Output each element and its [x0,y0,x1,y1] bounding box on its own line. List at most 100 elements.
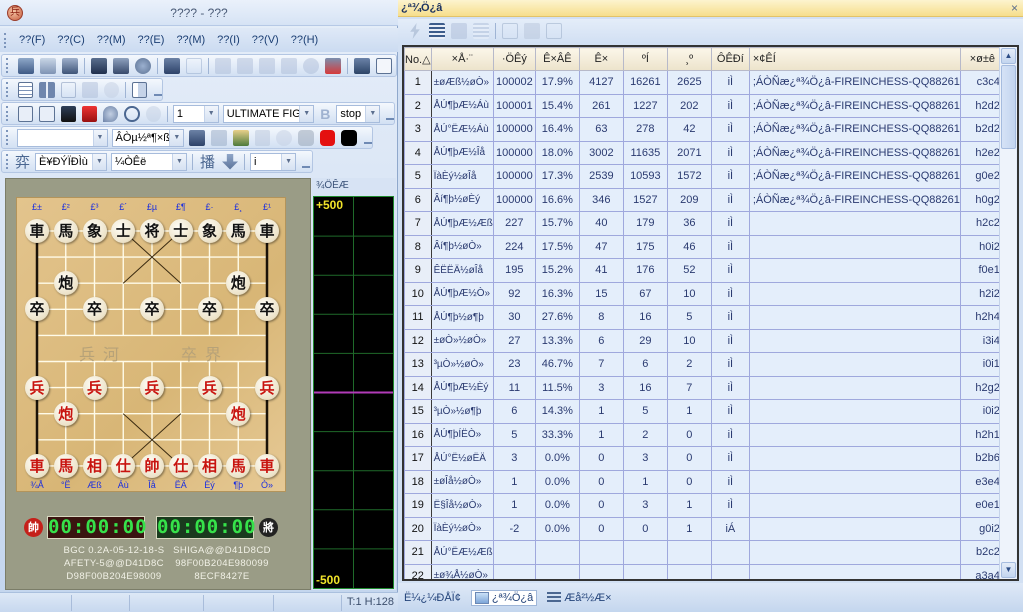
chevron-down-icon[interactable]: ▼ [172,153,187,170]
next-move-icon[interactable] [259,57,275,74]
xiangqi-board[interactable]: £± £² £³ £´ £µ £¶ £· £¸ £¹ ¾Å °Ë Æß Áù Îå ËÄ Èý ¶þ Ò» 兵河… [16,197,286,492]
board-select[interactable]: ¼ÒÊë ▼ [111,152,188,171]
lightning-icon[interactable] [410,23,420,39]
black-piece[interactable]: 象 [82,219,107,243]
toolbar-overflow-icon[interactable] [364,132,373,144]
red-piece[interactable]: 兵 [82,375,107,400]
download-icon[interactable] [222,153,239,170]
last-move-icon[interactable] [281,57,297,74]
rewind-icon[interactable] [82,81,98,98]
chevron-down-icon[interactable]: ▼ [299,105,314,122]
window-icon[interactable] [376,57,392,74]
red-piece[interactable]: 兵 [255,375,279,400]
tab-opening-book[interactable]: ¿ª¾Ö¿â [470,589,538,606]
column-header[interactable]: ÔÊÐí [710,47,750,71]
toolbar-overflow-icon[interactable] [386,108,394,120]
paste-icon[interactable] [186,57,202,74]
table-row[interactable]: 20 ÏàÈý½øÒ» -2 0.0% 0 0 1 iÁ g0i2 [404,516,1005,541]
red-stone-icon[interactable] [319,129,336,146]
chevron-down-icon[interactable]: ▼ [203,105,218,122]
open-folder-icon[interactable] [40,57,56,74]
grip-icon[interactable] [4,32,7,48]
menu-m2[interactable]: ??(M) [170,34,211,46]
table-row[interactable]: 2 ÅÚ¶þÆ½Áù 100001 15.4% 261 1227 202 iÌ ;ÁÒÑæ¿ª¾… [404,93,1005,118]
red-piece[interactable]: 兵 [140,375,164,400]
grip-icon[interactable] [6,154,9,169]
save-icon[interactable] [62,57,78,74]
table-row[interactable]: 4 ÅÚ¶þÆ½Îå 100000 18.0% 3002 11635 2071 iÌ ;ÁÒÑæ… [404,140,1005,165]
board-edit-icon[interactable] [91,57,107,74]
first-move-icon[interactable] [215,57,231,74]
column-header[interactable]: ºÍ [622,47,668,71]
black-piece[interactable]: 車 [25,219,49,243]
tab-thinking-info[interactable]: Ë¼¿¼ÐÅÏ¢ [404,592,461,604]
table-row[interactable]: 17 ÅÚ°Ë½øËÄ 3 0.0% 0 3 0 iÌ b2b6 [404,446,1005,471]
chevron-down-icon[interactable]: ▼ [281,153,296,170]
black-piece[interactable]: 士 [168,219,193,243]
broadcast-button[interactable]: 播 [200,151,215,172]
unload-engine-icon[interactable] [39,105,55,122]
red-piece[interactable]: 相 [197,453,222,478]
edit-entry-icon[interactable] [502,23,518,39]
table-row[interactable]: 22 ±ø¾Å½øÒ» a3a4 [404,563,1005,579]
red-piece[interactable]: 相 [82,453,107,478]
black-piece[interactable]: 象 [197,219,222,243]
window-settings-icon[interactable] [60,81,77,98]
chevron-down-icon[interactable]: ▼ [92,129,107,146]
black-piece[interactable]: 馬 [53,219,78,243]
menu-c[interactable]: ??(C) [51,34,91,46]
grip-icon[interactable] [6,106,9,121]
table-row[interactable]: 10 ÅÚ¶þÆ½Ò» 92 16.3% 15 67 10 iÌ h2i2 [404,281,1005,306]
analyze-icon[interactable] [124,105,140,122]
close-icon[interactable]: × [1011,1,1018,15]
table-row[interactable]: 13 ³µÒ»½øÒ» 23 46.7% 7 6 2 iÌ i0i1 [404,352,1005,377]
chat-icon[interactable] [276,129,292,146]
column-header[interactable]: Ê× [578,47,624,71]
grid-view-icon[interactable] [39,81,55,98]
toolbar-overflow-icon[interactable] [154,84,162,96]
mode-select[interactable]: stop ▼ [336,104,381,123]
grip-icon[interactable] [6,130,9,145]
table-row[interactable]: 15 ³µÒ»½ø¶þ 6 14.3% 1 5 1 iÌ i0i2 [404,399,1005,424]
chevron-down-icon[interactable]: ▼ [169,129,184,146]
table-row[interactable]: 7 ÅÚ¶þÆ½Æß 227 15.7% 40 179 36 iÌ h2c2 [404,211,1005,236]
table-row[interactable]: 5 ÏàÈý½øÎå 100000 17.3% 2539 10593 1572 iÌ ;ÁÒÑæ… [404,164,1005,189]
red-piece[interactable]: 兵 [197,375,222,400]
column-header[interactable]: ¸º [666,47,712,71]
table-icon[interactable] [17,81,34,98]
table-row[interactable]: 11 ÅÚ¶þ½ø¶þ 30 27.6% 8 16 5 iÌ h2h4 [404,305,1005,330]
scroll-up-icon[interactable]: ▲ [1001,48,1016,64]
menu-i[interactable]: ??(I) [211,34,246,46]
table-row[interactable]: 14 ÅÚ¶þÆ½Èý 11 11.5% 3 16 7 iÌ h2g2 [404,375,1005,400]
disconnect-icon[interactable] [211,129,227,146]
column-header[interactable]: Ê×ÂÊ [534,47,580,71]
gray-stone-icon[interactable] [298,129,314,146]
table-row[interactable]: 3 ÅÚ°ËÆ½Áù 100000 16.4% 63 278 42 iÌ ;ÁÒÑæ¿ª¾Ö¿â… [404,117,1005,142]
delete-entry-icon[interactable] [546,23,562,39]
depth-select[interactable]: 1 ▼ [172,104,219,123]
cloud-icon[interactable] [103,81,119,98]
print-icon[interactable] [113,57,129,74]
bold-button[interactable]: B [320,106,330,122]
red-piece[interactable]: 帥 [140,453,164,478]
computer-black-icon[interactable] [60,105,76,122]
column-header[interactable]: ×¢ÊÍ [748,47,961,71]
undo-icon[interactable] [303,57,319,74]
table-row[interactable]: 19 Ë§Îå½øÒ» 1 0.0% 0 3 1 iÌ e0e1 [404,493,1005,518]
table-row[interactable]: 21 ÅÚ°ËÆ½Æß b2c2 [404,540,1005,565]
menu-view[interactable]: ??(V) [246,34,285,46]
table-row[interactable]: 9 ÊËËÄ½øÎå 195 15.2% 41 176 52 iÌ f0e1 [404,258,1005,283]
red-piece[interactable]: 炮 [53,401,78,426]
users-icon[interactable] [254,129,271,146]
column-header[interactable]: No.△ [404,47,432,71]
connect-icon[interactable] [189,129,206,146]
table-row[interactable]: 6 Âí¶þ½øÈý 100000 16.6% 346 1527 209 iÌ ;ÁÒÑæ¿ª¾… [404,187,1005,212]
menu-m[interactable]: ??(M) [91,34,132,46]
chevron-down-icon[interactable]: ▼ [92,153,107,170]
table-row[interactable]: 16 ÅÚ¶þÍËÒ» 5 33.3% 1 2 0 iÌ h2h1 [404,422,1005,447]
table-row[interactable]: 1 ±øÆß½øÒ» 100002 17.9% 4127 16261 2625 iÌ ;ÁÒÑæ… [404,70,1005,95]
red-piece[interactable]: 仕 [168,453,193,478]
lock-icon[interactable] [451,23,467,39]
table-row[interactable]: 12 ±øÒ»½øÒ» 27 13.3% 6 29 10 iÌ i3i4 [404,328,1005,353]
engine-stop-icon[interactable] [325,57,341,74]
